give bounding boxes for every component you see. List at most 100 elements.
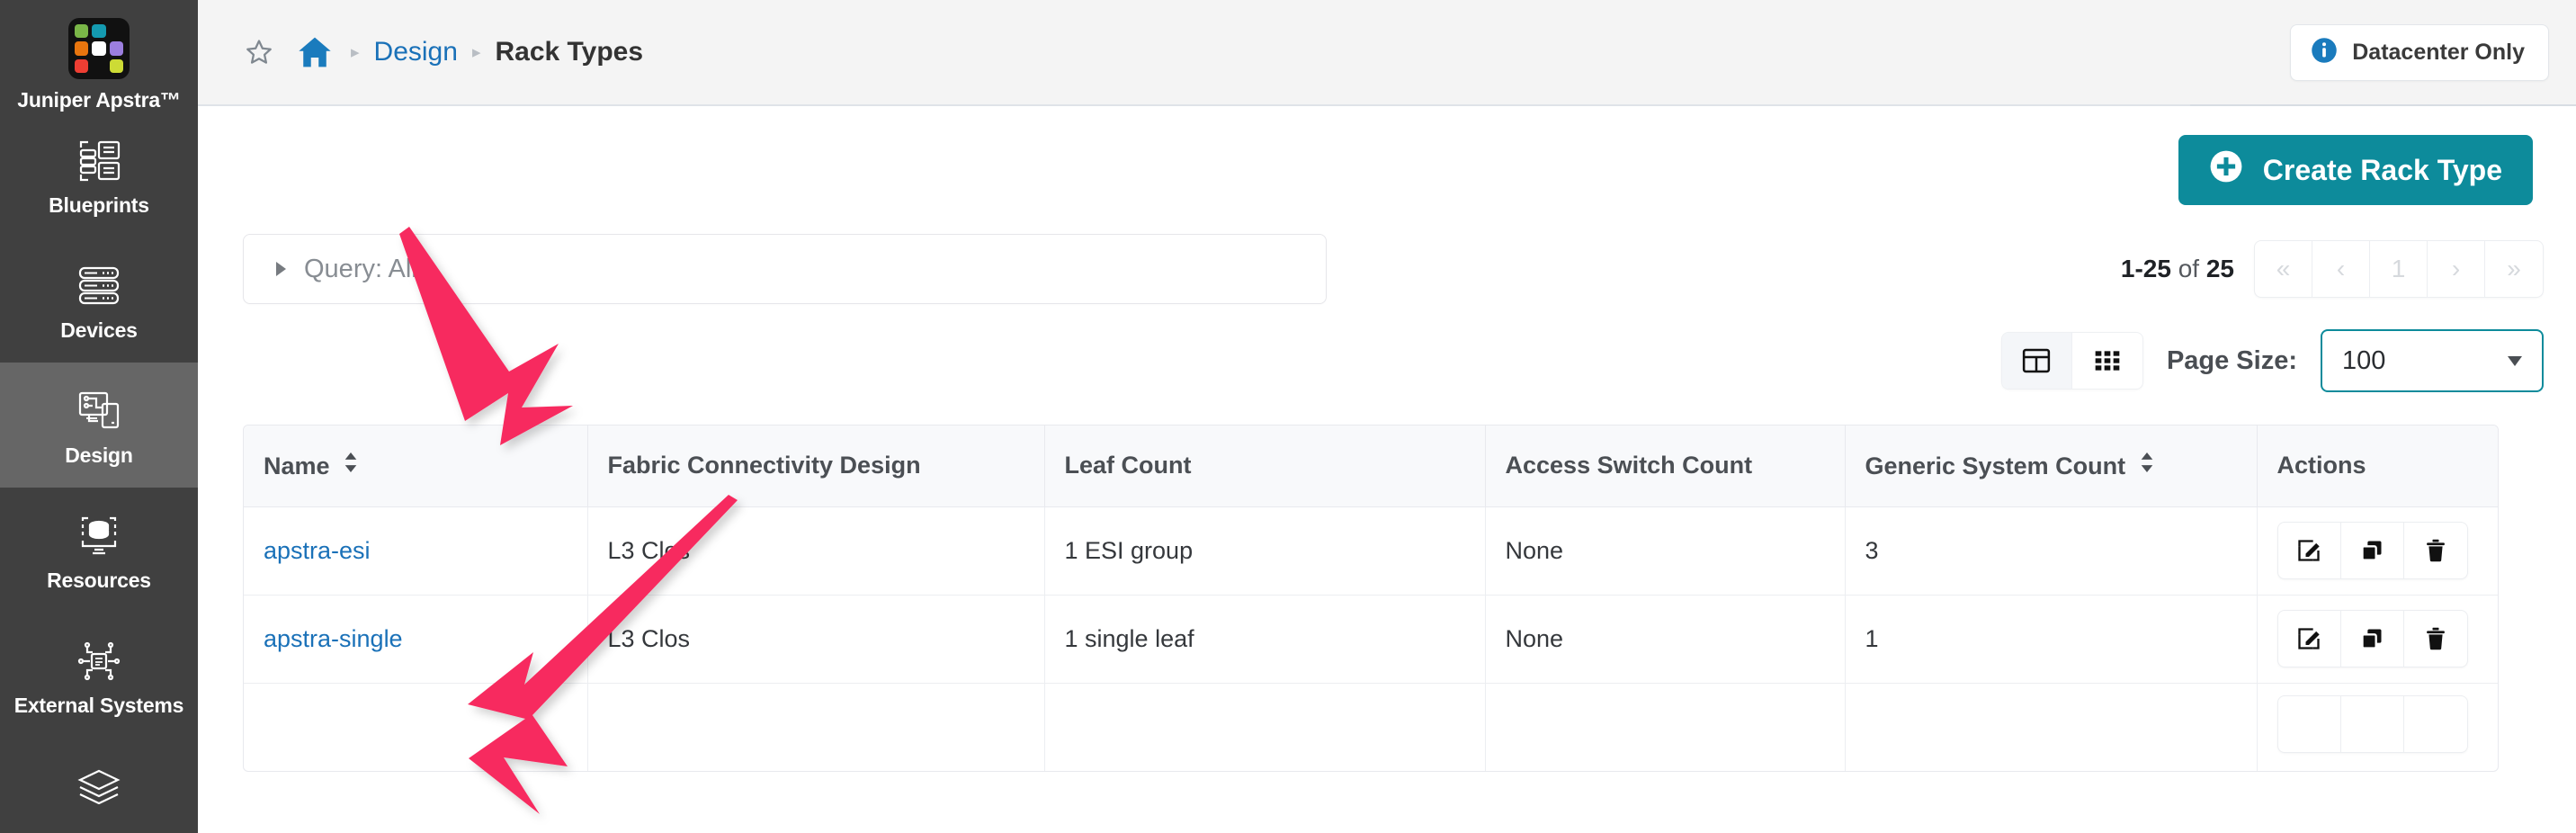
cell-actions [2257,506,2499,595]
pagination-prev-button[interactable]: ‹ [2312,241,2370,297]
cell-fabric-connectivity-design: L3 Clos [587,506,1044,595]
cell-name: apstra-esi [244,506,587,595]
row-action-group [2277,695,2468,753]
layers-icon [5,761,192,811]
cell-leaf-count: 1 ESI group [1044,506,1485,595]
query-filter-box[interactable]: Query: All [243,234,1327,304]
pagination-last-button[interactable]: » [2485,241,2543,297]
pagination-controls: « ‹ 1 › » [2254,240,2544,298]
edit-pencil-icon[interactable] [2278,611,2341,667]
favorite-star-icon[interactable] [241,34,277,70]
column-label-actions: Actions [2277,452,2366,479]
sidebar-item-design[interactable]: Design [0,363,198,488]
trash-icon[interactable] [2404,611,2467,667]
juniper-apstra-logo-icon [68,18,130,79]
blueprints-icon [5,136,192,186]
sidebar-item-devices[interactable]: Devices [0,237,198,363]
column-header-name[interactable]: Name [244,425,587,506]
table-row: apstra-single L3 Clos 1 single leaf None… [244,595,2499,683]
cell-generic-system-count: 1 [1845,595,2257,683]
cell-name: apstra-single [244,595,587,683]
pagination-row: 1-25 of 25 « ‹ 1 › » [2121,234,2544,304]
main-area: ▸ Design ▸ Rack Types Datacenter Only [198,0,2576,833]
sidebar: Juniper Apstra™ Blueprints [0,0,198,833]
cell-fabric-connectivity-design: L3 Clos [587,595,1044,683]
page-size-row: Page Size: 100 [2001,329,2544,392]
column-header-fabric-connectivity-design[interactable]: Fabric Connectivity Design [587,425,1044,506]
table-row: apstra-esi L3 Clos 1 ESI group None 3 [244,506,2499,595]
cell-generic-system-count [1845,683,2257,771]
sidebar-item-external-systems[interactable]: External Systems [0,613,198,738]
view-toggle [2001,332,2143,390]
pagination-range-of: of [2171,255,2206,282]
copy-icon[interactable] [2341,696,2404,752]
pagination-range: 1-25 of 25 [2121,255,2234,283]
page-size-label: Page Size: [2167,346,2297,376]
rack-type-link[interactable]: apstra-single [264,625,403,652]
sidebar-label-resources: Resources [5,569,192,593]
sidebar-label-design: Design [5,443,192,468]
rack-types-table: Name Fabric Connectivity Design Leaf Cou… [243,425,2499,772]
create-rack-type-button[interactable]: Create Rack Type [2178,135,2533,205]
table-view-icon[interactable] [2002,333,2072,389]
sidebar-label-devices: Devices [5,318,192,343]
cell-access-switch-count: None [1485,506,1845,595]
cell-generic-system-count: 3 [1845,506,2257,595]
brand[interactable]: Juniper Apstra™ [0,0,198,112]
app-root: Juniper Apstra™ Blueprints [0,0,2576,833]
info-circle-icon [2311,37,2338,68]
edit-pencil-icon[interactable] [2278,696,2341,752]
topbar: ▸ Design ▸ Rack Types Datacenter Only [198,0,2576,106]
trash-icon[interactable] [2404,523,2467,578]
copy-icon[interactable] [2341,611,2404,667]
column-header-generic-system-count[interactable]: Generic System Count [1845,425,2257,506]
breadcrumb-item-design[interactable]: Design [374,37,458,67]
cell-actions [2257,595,2499,683]
cell-access-switch-count: None [1485,595,1845,683]
pagination-first-button[interactable]: « [2255,241,2312,297]
column-label-access-switch-count: Access Switch Count [1506,452,1753,479]
sort-icon-generic-system-count[interactable] [2140,451,2154,479]
sidebar-item-resources[interactable]: Resources [0,488,198,613]
brand-label: Juniper Apstra™ [0,88,198,112]
column-header-leaf-count[interactable]: Leaf Count [1044,425,1485,506]
pagination-page-1-button[interactable]: 1 [2370,241,2428,297]
column-label-name: Name [264,452,330,479]
sidebar-item-blueprints[interactable]: Blueprints [0,112,198,237]
cell-actions [2257,683,2499,771]
page-size-select[interactable]: 100 [2321,329,2544,392]
sidebar-item-layers[interactable] [0,738,198,831]
row-action-group [2277,522,2468,579]
plus-circle-icon [2209,149,2243,191]
external-systems-icon [5,636,192,686]
pagination-next-button[interactable]: › [2428,241,2485,297]
sort-icon-name[interactable] [344,451,358,479]
breadcrumb-item-rack-types: Rack Types [495,37,643,67]
datacenter-only-badge[interactable]: Datacenter Only [2290,24,2549,81]
cell-access-switch-count [1485,683,1845,771]
column-label-generic-system-count: Generic System Count [1865,452,2126,479]
rack-type-link[interactable]: apstra-esi [264,537,371,564]
pagination-range-start: 1-25 [2121,255,2171,282]
column-header-access-switch-count[interactable]: Access Switch Count [1485,425,1845,506]
breadcrumb-separator-1: ▸ [351,42,360,63]
datacenter-only-label: Datacenter Only [2352,40,2525,66]
edit-pencil-icon[interactable] [2278,523,2341,578]
table-header-row: Name Fabric Connectivity Design Leaf Cou… [244,425,2499,506]
table-row [244,683,2499,771]
cell-fabric-connectivity-design [587,683,1044,771]
breadcrumb-separator-2: ▸ [472,42,481,63]
grid-view-icon[interactable] [2072,333,2142,389]
triangle-right-icon [276,262,286,276]
page-content: Create Rack Type Query: All 1-25 of 25 « [198,106,2576,772]
copy-icon[interactable] [2341,523,2404,578]
design-icon [5,386,192,436]
home-icon[interactable] [293,32,336,72]
cell-name [244,683,587,771]
sidebar-label-blueprints: Blueprints [5,193,192,218]
breadcrumb: ▸ Design ▸ Rack Types [241,32,2290,72]
chevron-down-icon [2508,356,2522,366]
row-action-group [2277,610,2468,667]
column-header-actions: Actions [2257,425,2499,506]
trash-icon[interactable] [2404,696,2467,752]
